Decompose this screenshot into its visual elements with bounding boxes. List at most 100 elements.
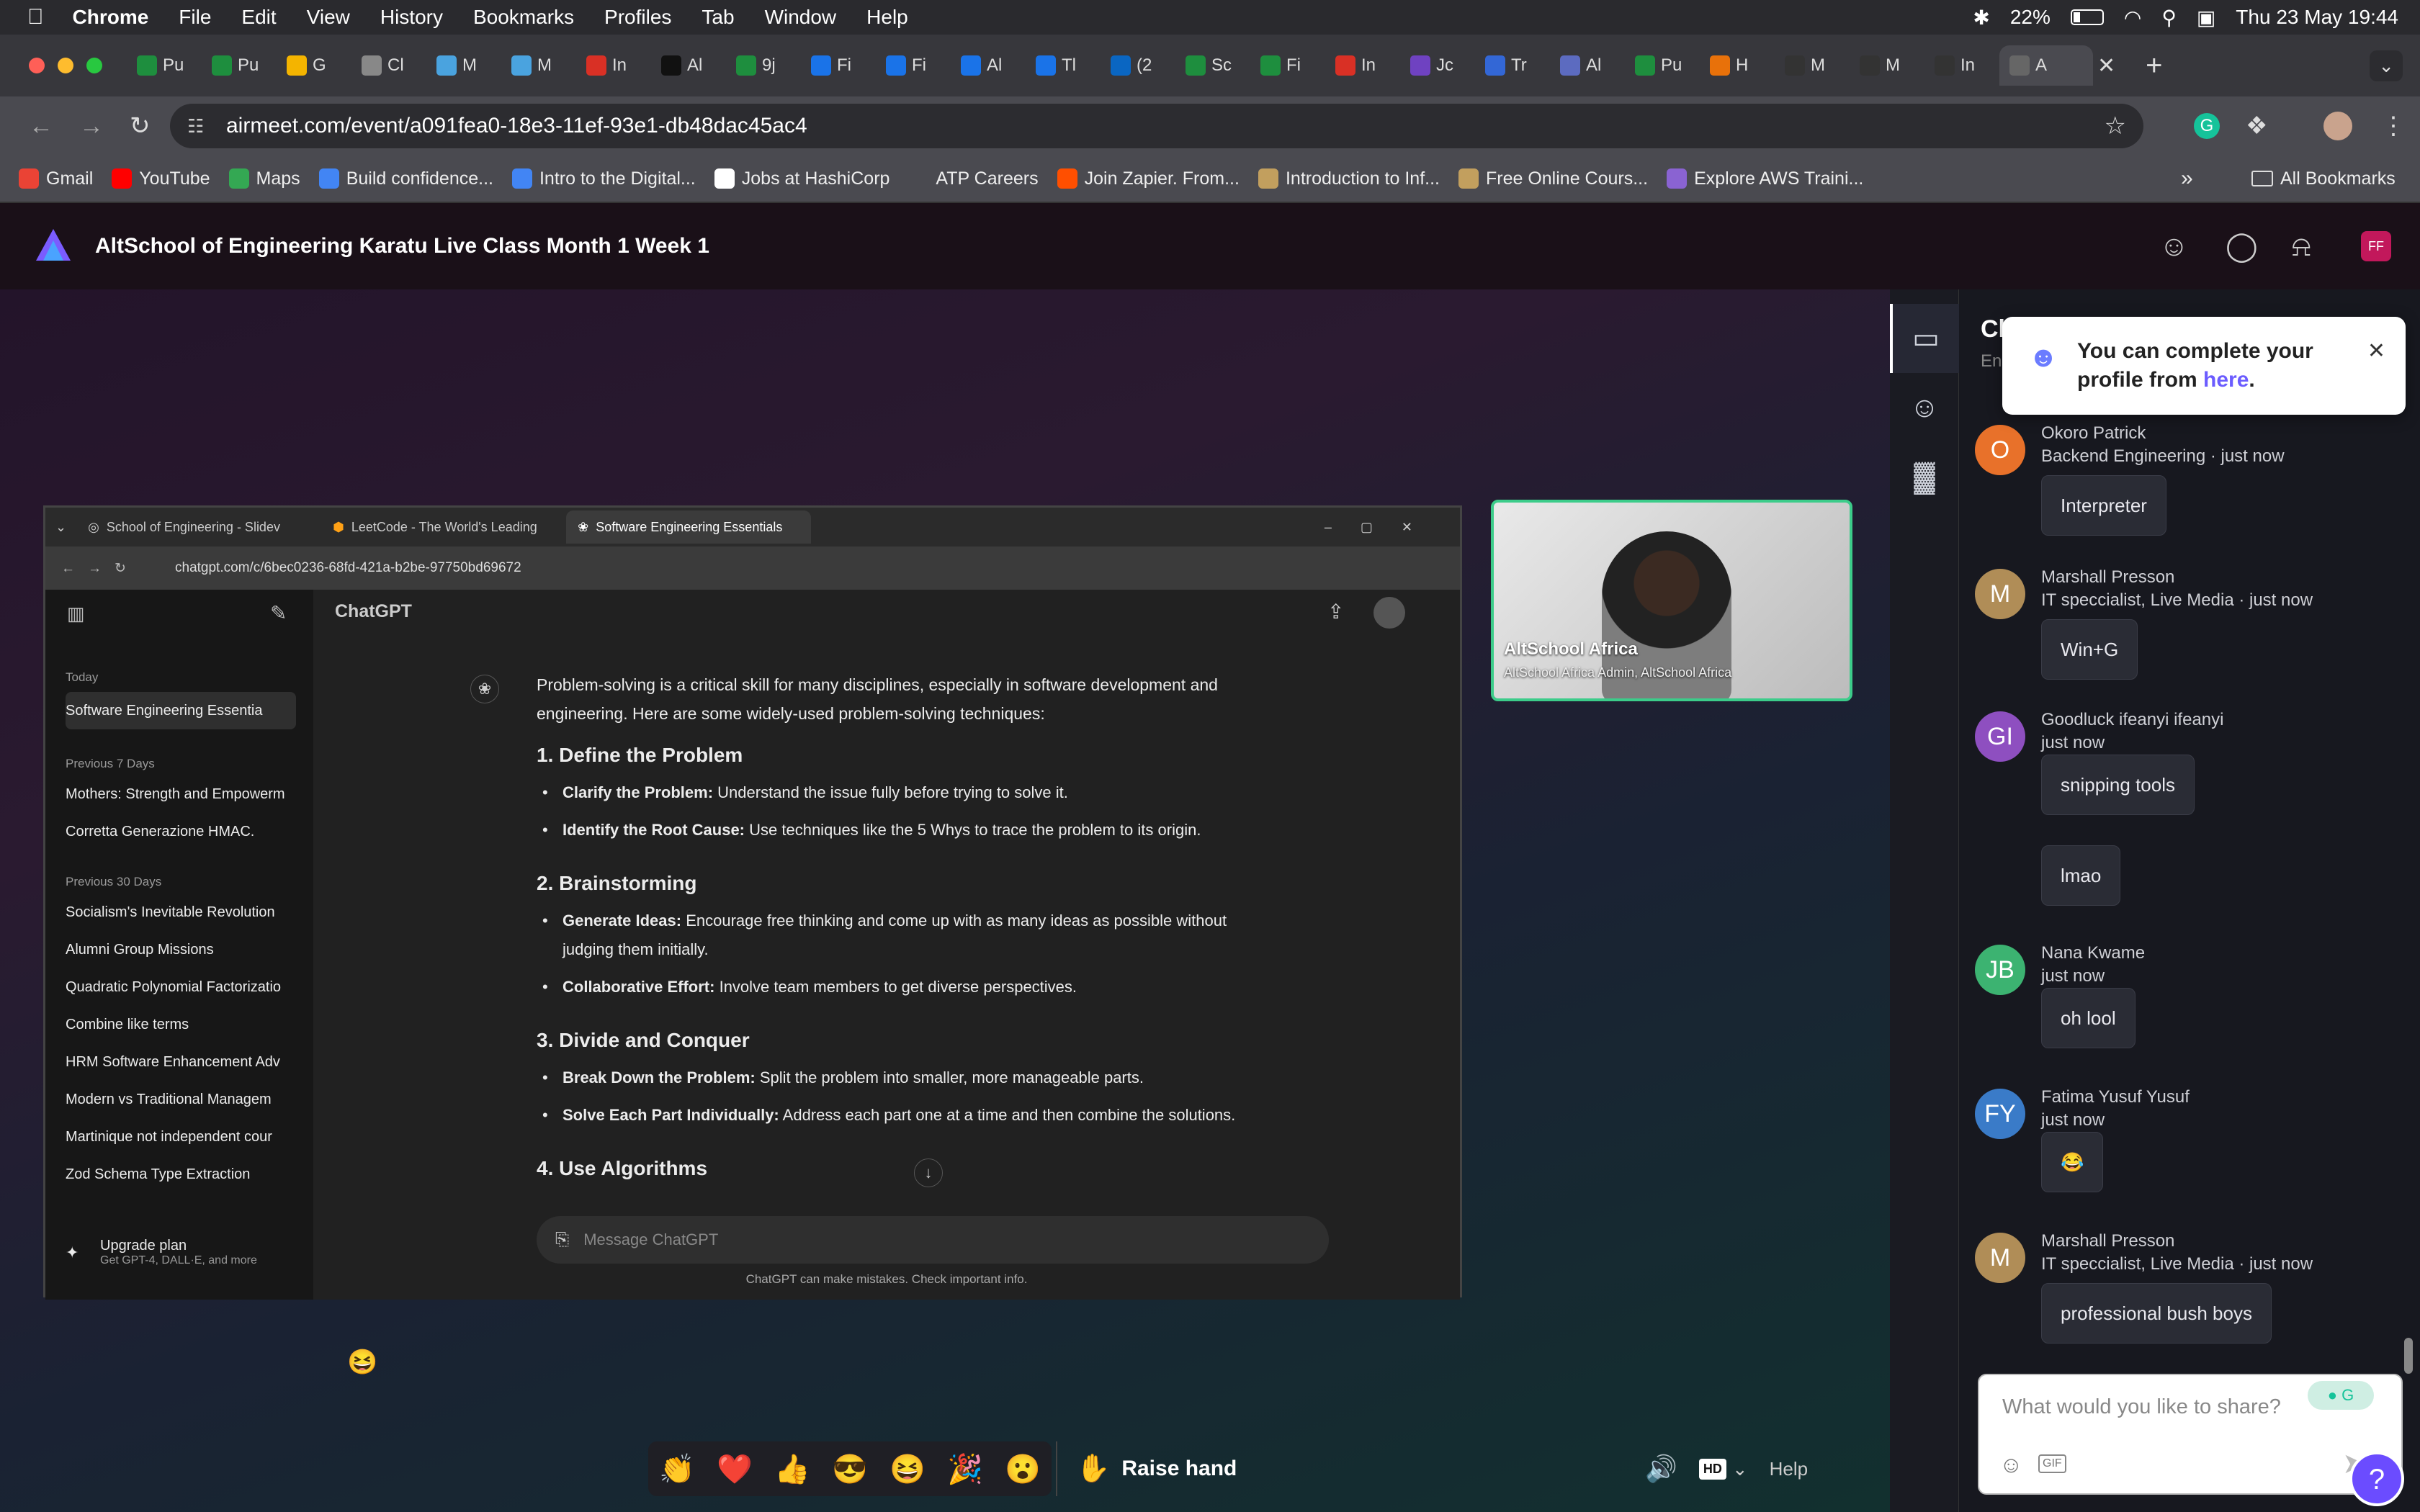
browser-tab[interactable]: Tl xyxy=(1026,45,1101,86)
chrome-menu-icon[interactable]: ⋮ xyxy=(2381,112,2406,140)
address-bar[interactable]: ☷ airmeet.com/event/a091fea0-18e3-11ef-9… xyxy=(170,104,2143,148)
browser-tab[interactable]: Fi xyxy=(876,45,951,86)
bookmark-item[interactable]: Introduction to Inf... xyxy=(1258,168,1440,189)
sender-avatar[interactable]: O xyxy=(1975,425,2025,475)
bookmark-item[interactable]: Maps xyxy=(228,168,300,189)
menu-bookmarks[interactable]: Bookmarks xyxy=(473,6,574,29)
reload-icon[interactable]: ↻ xyxy=(130,112,151,140)
toast-here-link[interactable]: here xyxy=(2203,368,2249,392)
browser-tab[interactable]: Fi xyxy=(1250,45,1325,86)
bluetooth-icon[interactable]: ✱ xyxy=(1973,6,1989,30)
browser-tab[interactable]: Cl xyxy=(351,45,426,86)
bookmark-item[interactable]: Jobs at HashiCorp xyxy=(714,168,889,189)
window-zoom-button[interactable] xyxy=(86,58,102,73)
browser-tab[interactable]: 9j xyxy=(726,45,801,86)
gif-button[interactable]: GIF xyxy=(2038,1454,2066,1473)
message-bubble[interactable]: Win+G xyxy=(2041,619,2138,680)
toast-close-icon[interactable]: ✕ xyxy=(2367,338,2385,364)
message-bubble[interactable]: lmao xyxy=(2041,845,2121,906)
browser-tab[interactable]: Al xyxy=(1550,45,1625,86)
reaction-button[interactable]: 😎 xyxy=(832,1452,868,1486)
menu-tab[interactable]: Tab xyxy=(702,6,734,29)
control-center-icon[interactable]: ▣ xyxy=(2197,6,2215,30)
reaction-button[interactable]: 😆 xyxy=(889,1452,926,1486)
people-icon[interactable]: ☺ xyxy=(2159,230,2189,263)
window-close-button[interactable] xyxy=(29,58,45,73)
menu-help[interactable]: Help xyxy=(866,6,908,29)
menu-file[interactable]: File xyxy=(179,6,211,29)
menu-edit[interactable]: Edit xyxy=(241,6,276,29)
chat-input-box[interactable]: What would you like to share? ● G ☺ GIF … xyxy=(1978,1374,2403,1495)
message-bubble[interactable]: professional bush boys xyxy=(2041,1283,2272,1344)
browser-tab[interactable]: M xyxy=(501,45,576,86)
bookmark-item[interactable]: Explore AWS Traini... xyxy=(1667,168,1863,189)
close-tab-icon[interactable]: ✕ xyxy=(2097,53,2115,78)
reaction-button[interactable]: 👏 xyxy=(659,1452,695,1486)
menubar-clock[interactable]: Thu 23 May 19:44 xyxy=(2236,6,2398,29)
browser-tab[interactable]: Sc xyxy=(1175,45,1250,86)
apple-icon[interactable]:  xyxy=(27,5,44,30)
browser-tab[interactable]: Pu xyxy=(127,45,202,86)
browser-tab[interactable]: M xyxy=(1850,45,1924,86)
reaction-button[interactable]: 👍 xyxy=(774,1452,810,1486)
menu-profiles[interactable]: Profiles xyxy=(604,6,671,29)
message-bubble[interactable]: 😂 xyxy=(2041,1132,2104,1192)
browser-tab[interactable]: G xyxy=(277,45,351,86)
browser-tab[interactable]: M xyxy=(1775,45,1850,86)
menu-history[interactable]: History xyxy=(380,6,443,29)
browser-tab[interactable]: Fi xyxy=(801,45,876,86)
browser-tab[interactable]: H xyxy=(1700,45,1775,86)
wifi-icon[interactable]: ◠ xyxy=(2124,6,2141,30)
extensions-icon[interactable]: ❖ xyxy=(2246,112,2267,140)
new-tab-button[interactable]: + xyxy=(2146,50,2162,82)
sender-avatar[interactable]: M xyxy=(1975,1233,2025,1283)
browser-tab[interactable]: Al xyxy=(651,45,726,86)
sender-avatar[interactable]: M xyxy=(1975,569,2025,619)
grammarly-extension-icon[interactable]: G xyxy=(2194,113,2220,139)
browser-tab[interactable]: Tr xyxy=(1475,45,1550,86)
raise-hand-button[interactable]: ✋ Raise hand xyxy=(1056,1441,1243,1496)
user-avatar[interactable]: FF xyxy=(2361,231,2391,261)
rail-qa-icon[interactable]: ☺ xyxy=(1890,373,1959,442)
all-bookmarks[interactable]: All Bookmarks xyxy=(2251,168,2396,189)
bookmark-item[interactable]: Intro to the Digital... xyxy=(511,168,696,189)
grammarly-icon[interactable]: ● G xyxy=(2308,1381,2374,1410)
more-bookmarks-icon[interactable]: » xyxy=(2181,166,2193,191)
browser-tab[interactable]: Al xyxy=(951,45,1026,86)
bell-icon[interactable]: ⍾ xyxy=(2292,230,2311,263)
forward-icon[interactable]: → xyxy=(79,112,104,140)
battery-icon[interactable] xyxy=(2070,9,2104,25)
emoji-icon[interactable]: ☺ xyxy=(1999,1452,2023,1478)
browser-tab[interactable]: Pu xyxy=(1625,45,1700,86)
sender-avatar[interactable]: FY xyxy=(1975,1089,2025,1139)
window-minimize-button[interactable] xyxy=(58,58,73,73)
browser-tab[interactable]: Pu xyxy=(202,45,277,86)
message-bubble[interactable]: snipping tools xyxy=(2041,755,2195,815)
browser-tab[interactable]: (2 xyxy=(1101,45,1175,86)
bookmark-item[interactable]: ATP Careers xyxy=(908,168,1039,189)
reaction-button[interactable]: 🎉 xyxy=(947,1452,983,1486)
back-icon[interactable]: ← xyxy=(29,112,53,140)
search-icon[interactable]: ⚲ xyxy=(2161,6,2177,30)
browser-tab[interactable]: Jc xyxy=(1400,45,1475,86)
bookmark-item[interactable]: Build confidence... xyxy=(318,168,493,189)
sender-avatar[interactable]: GI xyxy=(1975,711,2025,762)
browser-tab[interactable]: M xyxy=(426,45,501,86)
browser-tab[interactable]: In xyxy=(1325,45,1400,86)
site-info-icon[interactable]: ☷ xyxy=(187,115,204,138)
browser-tab[interactable]: In xyxy=(576,45,651,86)
speaker-video-tile[interactable]: AltSchool Africa AltSchool Africa Admin,… xyxy=(1491,500,1852,701)
profile-avatar[interactable] xyxy=(2323,112,2352,140)
bookmark-item[interactable]: YouTube xyxy=(112,168,210,189)
menu-app-name[interactable]: Chrome xyxy=(73,6,149,29)
help-button[interactable]: Help xyxy=(1770,1458,1808,1480)
chat-scrollbar[interactable] xyxy=(2404,1338,2413,1374)
airmeet-logo[interactable] xyxy=(32,225,75,268)
message-bubble[interactable]: Interpreter xyxy=(2041,475,2166,536)
bookmark-star-icon[interactable]: ☆ xyxy=(2105,112,2126,140)
message-bubble[interactable]: oh lool xyxy=(2041,988,2136,1048)
menu-view[interactable]: View xyxy=(307,6,350,29)
rail-polls-icon[interactable]: ▓ xyxy=(1890,442,1959,511)
bookmark-item[interactable]: Free Online Cours... xyxy=(1458,168,1648,189)
quality-selector[interactable]: HD ⌄ xyxy=(1698,1458,1748,1480)
